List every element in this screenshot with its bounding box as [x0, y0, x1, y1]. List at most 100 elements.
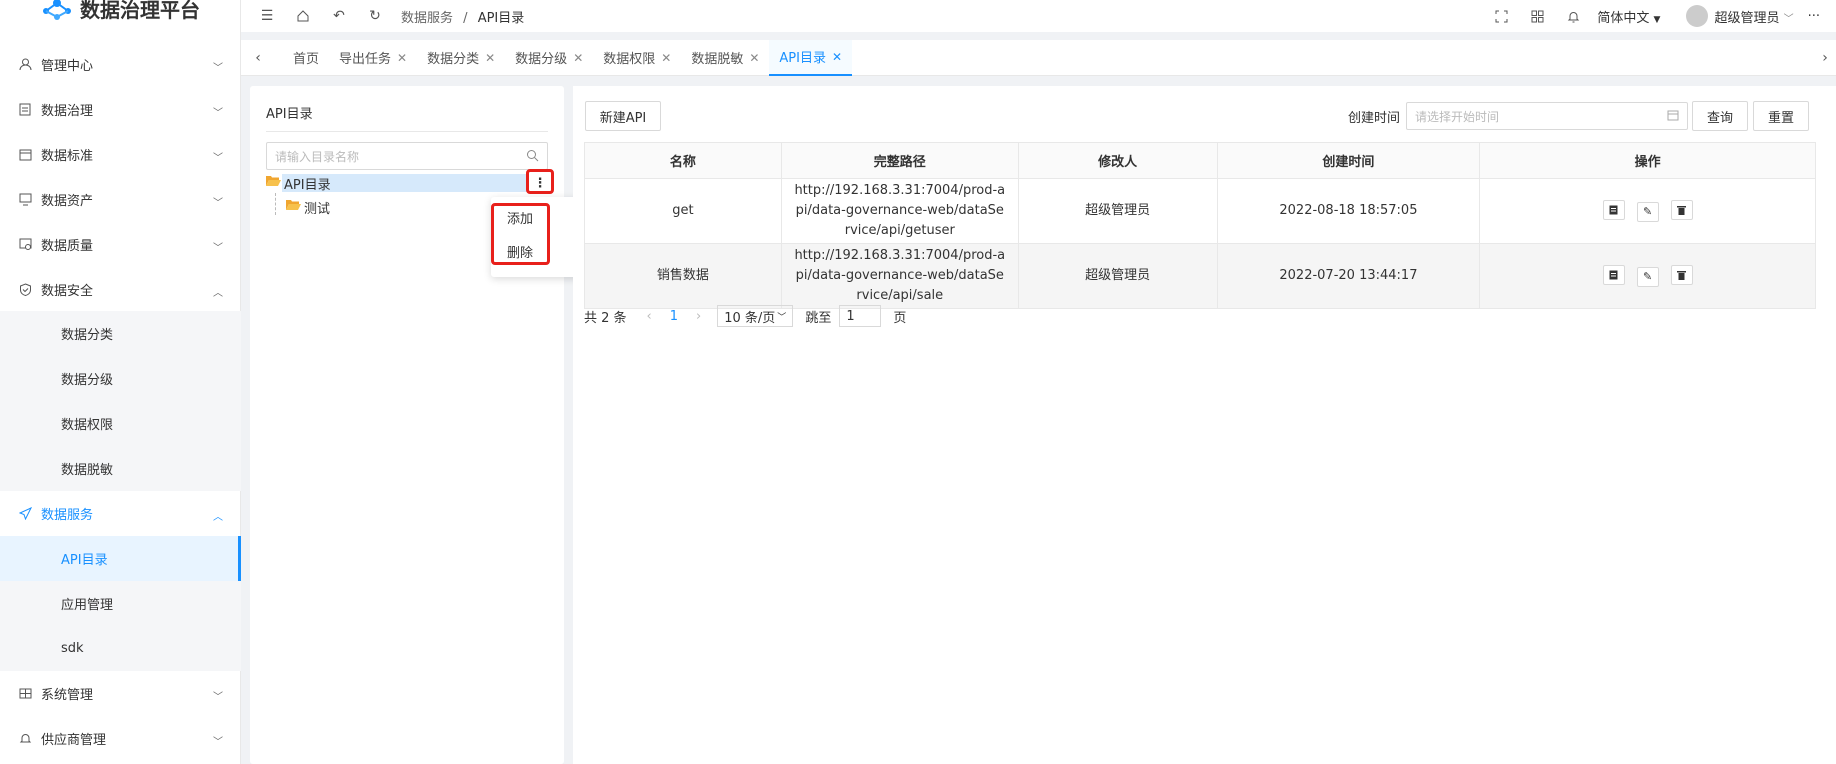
menu-item-data-standard[interactable]: 数据标准 ﹀	[0, 132, 241, 177]
close-icon[interactable]: ✕	[573, 51, 583, 65]
cell-path: http://192.168.3.31:7004/prod-a pi/data-g…	[780, 243, 1019, 309]
refresh-icon[interactable]: ↻	[357, 0, 393, 32]
date-placeholder: 请选择开始时间	[1415, 109, 1500, 124]
cell-actions: ✎	[1479, 243, 1816, 309]
document-icon	[1609, 205, 1618, 215]
query-button[interactable]: 查询	[1692, 101, 1748, 131]
close-icon[interactable]: ✕	[661, 51, 671, 65]
created-time-label: 创建时间	[1348, 111, 1401, 126]
page-size-value: 10 条/页	[724, 310, 776, 326]
cell-modifier: 超级管理员	[1017, 178, 1218, 244]
menu-item-data-service[interactable]: 数据服务 ︿	[0, 491, 241, 536]
menu-item-system-management[interactable]: 系统管理 ﹀	[0, 671, 241, 716]
delete-button[interactable]	[1670, 265, 1693, 285]
search-icon[interactable]	[526, 149, 539, 165]
search-placeholder: 请输入目录名称	[275, 149, 360, 164]
pagination: 共 2 条 ‹ 1 › 10 条/页 ﹀ 跳至 1 页	[584, 304, 906, 328]
tab-data-grading[interactable]: 数据分级 ✕	[505, 40, 593, 76]
send-icon	[18, 507, 32, 521]
menu-item-supplier-management[interactable]: 供应商管理 ﹀	[0, 716, 241, 761]
close-icon[interactable]: ✕	[749, 51, 759, 65]
tab-export-task[interactable]: 导出任务 ✕	[329, 40, 417, 76]
menu-item-data-governance[interactable]: 数据治理 ﹀	[0, 87, 241, 132]
apps-icon[interactable]	[1519, 0, 1555, 32]
delete-button[interactable]	[1670, 200, 1693, 220]
column-header: 名称	[584, 142, 782, 179]
catalog-panel: API目录 请输入目录名称 API目录 ⋮ 测试	[250, 86, 564, 764]
edit-button[interactable]: ✎	[1636, 267, 1659, 287]
trash-icon	[1677, 271, 1687, 280]
document-icon	[18, 103, 32, 117]
tab-scroll-right-icon[interactable]: ›	[1814, 42, 1836, 74]
submenu-label: 数据分类	[61, 328, 114, 343]
tab-label: API目录	[779, 51, 826, 66]
fullscreen-icon[interactable]	[1483, 0, 1519, 32]
more-icon[interactable]: ···	[1808, 9, 1820, 24]
tree-node-root[interactable]: API目录	[266, 174, 331, 193]
sidebar: 数据治理平台 管理中心 ﹀ 数据治理 ﹀ 数据标准 ﹀ 数据资产 ﹀ 数据质量 …	[0, 0, 241, 764]
panel-title: API目录	[266, 107, 313, 122]
chevron-down-icon: ﹀	[213, 243, 223, 254]
submenu-item-sdk[interactable]: sdk	[0, 626, 241, 671]
close-icon[interactable]: ✕	[485, 51, 495, 65]
tab-label: 导出任务	[339, 52, 392, 67]
menu-item-data-security[interactable]: 数据安全 ︿	[0, 267, 241, 312]
submenu-item-data-grading[interactable]: 数据分级	[0, 356, 241, 401]
language-select[interactable]: 简体中文 ▼	[1597, 7, 1660, 26]
avatar[interactable]	[1686, 5, 1709, 27]
tab-bar: ‹ 首页 导出任务 ✕ 数据分类 ✕ 数据分级 ✕ 数据权限 ✕ 数据脱敏 ✕ API目录…	[241, 39, 1836, 76]
submenu-item-data-permission[interactable]: 数据权限	[0, 401, 241, 446]
catalog-search-input[interactable]: 请输入目录名称	[266, 142, 548, 170]
menu-fold-icon[interactable]: ☰	[249, 0, 285, 32]
close-icon[interactable]: ✕	[397, 51, 407, 65]
chevron-down-icon: ﹀	[213, 63, 223, 74]
close-icon[interactable]: ✕	[832, 50, 842, 64]
highlight-box-context-menu	[491, 203, 550, 265]
menu-label: 数据资产	[41, 194, 94, 209]
view-button[interactable]	[1602, 265, 1625, 285]
tab-home[interactable]: 首页	[283, 40, 329, 76]
menu-item-data-quality[interactable]: 数据质量 ﹀	[0, 222, 241, 267]
page-size-select[interactable]: 10 条/页 ﹀	[717, 305, 794, 327]
tab-label: 数据权限	[603, 52, 656, 67]
home-icon[interactable]	[285, 0, 321, 32]
page-number[interactable]: 1	[670, 309, 678, 324]
user-menu[interactable]: 超级管理员 ﹀	[1714, 7, 1793, 26]
tab-data-masking[interactable]: 数据脱敏 ✕	[681, 40, 769, 76]
chevron-down-icon: ﹀	[213, 737, 223, 748]
notification-bell-icon[interactable]	[1555, 0, 1591, 32]
submenu-item-data-classification[interactable]: 数据分类	[0, 311, 241, 356]
menu-item-data-assets[interactable]: 数据资产 ﹀	[0, 177, 241, 222]
cell-created: 2022-08-18 18:57:05	[1216, 178, 1481, 244]
submenu-label: sdk	[61, 641, 84, 656]
next-page-icon[interactable]: ›	[696, 309, 701, 324]
trash-icon	[1677, 206, 1687, 215]
edit-button[interactable]: ✎	[1636, 202, 1659, 222]
submenu-item-data-masking[interactable]: 数据脱敏	[0, 446, 241, 491]
menu-item-management-center[interactable]: 管理中心 ﹀	[0, 42, 241, 87]
undo-icon[interactable]: ↶	[321, 0, 357, 32]
chevron-down-icon: ﹀	[213, 198, 223, 209]
caret-down-icon: ▼	[1653, 14, 1661, 25]
submenu-item-app-management[interactable]: 应用管理	[0, 581, 241, 626]
path-line: http://192.168.3.31:7004/prod-a	[794, 183, 1006, 198]
total-count: 共 2 条	[584, 310, 627, 326]
tree-node-child[interactable]: 测试	[286, 198, 330, 217]
table-header-row: 名称 完整路径 修改人 创建时间 操作	[584, 142, 1816, 179]
tab-scroll-left-icon[interactable]: ‹	[247, 42, 269, 74]
chevron-down-icon: ﹀	[213, 692, 223, 703]
breadcrumb-parent[interactable]: 数据服务	[401, 11, 453, 26]
jump-input[interactable]: 1	[839, 305, 882, 327]
tab-data-permission[interactable]: 数据权限 ✕	[593, 40, 681, 76]
tab-data-classification[interactable]: 数据分类 ✕	[417, 40, 505, 76]
submenu-item-api-catalog[interactable]: API目录	[0, 536, 241, 581]
tab-api-catalog[interactable]: API目录 ✕	[769, 39, 853, 76]
new-api-button[interactable]: 新建API	[585, 101, 661, 131]
start-date-picker[interactable]: 请选择开始时间	[1406, 102, 1688, 130]
path-line: rvice/api/sale	[856, 288, 944, 303]
breadcrumb: 数据服务 / API目录	[401, 7, 524, 26]
table-row: get http://192.168.3.31:7004/prod-a pi/da…	[584, 178, 1816, 244]
prev-page-icon[interactable]: ‹	[647, 309, 652, 324]
view-button[interactable]	[1602, 200, 1625, 220]
reset-button[interactable]: 重置	[1753, 101, 1809, 131]
